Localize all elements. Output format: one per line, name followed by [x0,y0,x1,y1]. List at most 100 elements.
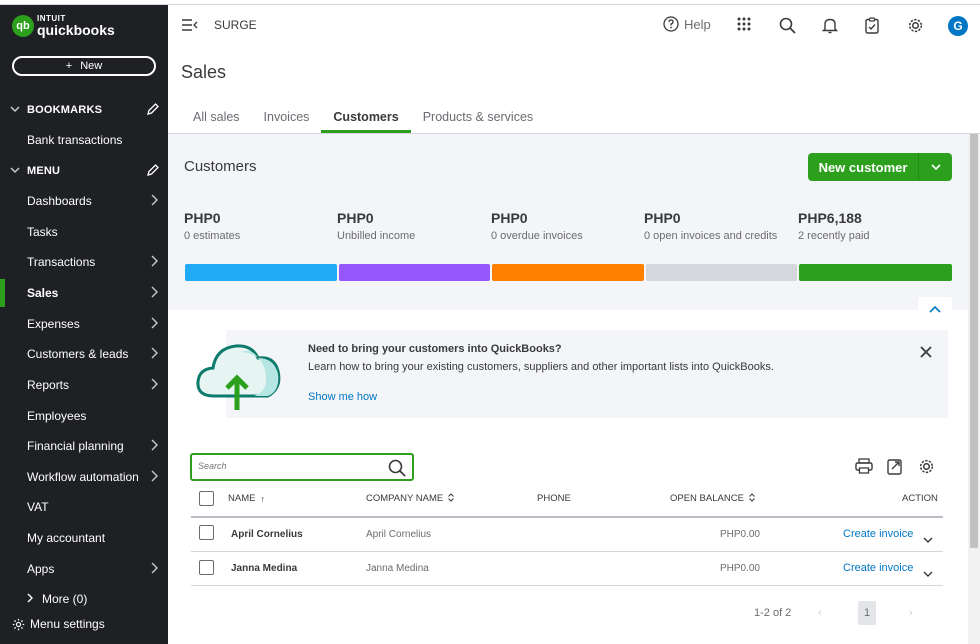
chevron-right-icon [151,194,158,206]
sidebar-item-label: Apps [27,562,55,576]
tab-customers[interactable]: Customers [321,103,412,133]
logo-line-quickbooks: quickbooks [37,22,115,38]
bookmarks-header-label: BOOKMARKS [27,104,103,116]
sort-icon [448,493,455,504]
sidebar-item-transactions[interactable]: Transactions [0,248,168,276]
new-button[interactable]: + New [12,56,156,76]
scrollbar-thumb[interactable] [970,134,978,548]
chevron-right-icon [27,593,34,606]
column-header-company[interactable]: COMPANY NAME [366,493,455,504]
stat-overdue-invoices[interactable]: PHP0 0 overdue invoices [491,210,644,242]
sidebar-item-reports[interactable]: Reports [0,371,168,399]
bell-icon[interactable] [821,17,839,39]
help-button[interactable]: Help [663,16,711,32]
next-page-button[interactable]: › [909,607,913,619]
stat-open-invoices[interactable]: PHP0 0 open invoices and credits [644,210,797,242]
sidebar-item-tasks[interactable]: Tasks [0,218,168,246]
column-header-phone: PHONE [537,493,571,504]
sidebar-item-customers-leads[interactable]: Customers & leads [0,340,168,368]
column-header-label: OPEN BALANCE [670,493,744,504]
stat-bar-unbilled[interactable] [339,264,490,281]
open-balance-cell: PHP0.00 [719,563,760,574]
gear-icon[interactable] [918,458,935,480]
chevron-up-icon [929,305,941,313]
create-invoice-link[interactable]: Create invoice [843,528,913,540]
sidebar-item-label: My accountant [27,531,106,545]
sidebar-item-bank-transactions[interactable]: Bank transactions [0,126,168,154]
sidebar-item-label: Workflow automation [27,470,139,484]
previous-page-button[interactable]: ‹ [818,607,822,619]
sidebar-item-dashboards[interactable]: Dashboards [0,187,168,215]
sidebar-item-label: Dashboards [27,194,92,208]
customer-name[interactable]: Janna Medina [231,563,297,574]
row-divider [191,585,943,586]
search-icon[interactable] [388,459,406,482]
sidebar-item-my-accountant[interactable]: My accountant [0,524,168,552]
sidebar-item-apps[interactable]: Apps [0,555,168,583]
page-number-button[interactable]: 1 [858,601,876,625]
sidebar-item-expenses[interactable]: Expenses [0,310,168,338]
sidebar-item-label: Employees [27,409,87,423]
sidebar: qb INTUIT quickbooks + New BOOKMARKS Ban… [0,5,168,644]
stat-amount: PHP0 [184,210,221,226]
row-checkbox[interactable] [199,525,214,540]
sidebar-item-label: VAT [27,500,49,514]
edit-bookmarks-pencil-icon[interactable] [146,102,160,119]
stat-estimates[interactable]: PHP0 0 estimates [184,210,337,242]
sidebar-more-toggle[interactable]: More (0) [27,592,87,606]
stat-bar-overdue[interactable] [492,264,644,281]
row-divider [191,551,943,552]
menu-header[interactable]: MENU [10,161,160,181]
row-checkbox[interactable] [199,560,214,575]
stat-bar-estimates[interactable] [185,264,337,281]
stat-unbilled-income[interactable]: PHP0 Unbilled income [337,210,490,242]
table-header-divider [191,516,943,518]
quickbooks-logo[interactable]: qb INTUIT quickbooks [12,15,115,37]
stat-bar-paid[interactable] [799,264,952,281]
stat-recently-paid[interactable]: PHP6,188 2 recently paid [798,210,951,242]
bookmarks-header[interactable]: BOOKMARKS [10,100,160,120]
column-header-open-balance[interactable]: OPEN BALANCE [670,493,755,504]
select-all-checkbox[interactable] [199,491,214,506]
search-input[interactable] [198,461,378,471]
sidebar-item-workflow-automation[interactable]: Workflow automation [0,463,168,491]
customer-name[interactable]: April Cornelius [231,529,303,540]
menu-settings-button[interactable]: Menu settings [12,617,105,631]
sidebar-item-financial-planning[interactable]: Financial planning [0,432,168,460]
column-header-label: COMPANY NAME [366,493,444,504]
task-clipboard-icon[interactable] [865,17,879,39]
user-avatar[interactable]: G [948,16,968,36]
collapse-summary-button[interactable] [918,297,952,321]
row-action-chevron-down-icon[interactable] [923,565,933,583]
chevron-right-icon [151,286,158,298]
apps-grid-icon[interactable] [737,17,751,36]
search-icon[interactable] [779,17,796,39]
customer-search-field[interactable] [190,453,414,481]
tab-all-sales[interactable]: All sales [181,103,252,133]
stat-amount: PHP0 [337,210,374,226]
tab-invoices[interactable]: Invoices [252,103,322,133]
company-name-cell: April Cornelius [366,529,432,540]
show-me-how-link[interactable]: Show me how [308,391,377,403]
tab-products-services[interactable]: Products & services [411,103,545,133]
new-customer-dropdown-chevron-icon[interactable] [919,163,952,171]
edit-menu-pencil-icon[interactable] [146,163,160,180]
sidebar-item-employees[interactable]: Employees [0,402,168,430]
page-scrollbar[interactable] [968,134,980,644]
gear-icon[interactable] [907,17,924,39]
row-action-chevron-down-icon[interactable] [923,531,933,549]
stat-desc: 0 open invoices and credits [644,230,778,242]
chevron-down-icon [10,105,20,116]
collapse-menu-icon[interactable] [182,18,198,36]
stat-bar-open[interactable] [646,264,797,281]
close-icon[interactable] [918,344,934,365]
create-invoice-link[interactable]: Create invoice [843,562,913,574]
new-customer-button[interactable]: New customer [808,153,952,181]
qb-logo-icon: qb [12,15,34,37]
print-icon[interactable] [855,458,873,479]
column-header-name[interactable]: NAME ↑ [228,493,265,504]
sidebar-item-sales[interactable]: Sales [0,279,168,307]
sidebar-item-vat[interactable]: VAT [0,493,168,521]
chevron-right-icon [151,562,158,574]
export-icon[interactable] [887,458,903,480]
